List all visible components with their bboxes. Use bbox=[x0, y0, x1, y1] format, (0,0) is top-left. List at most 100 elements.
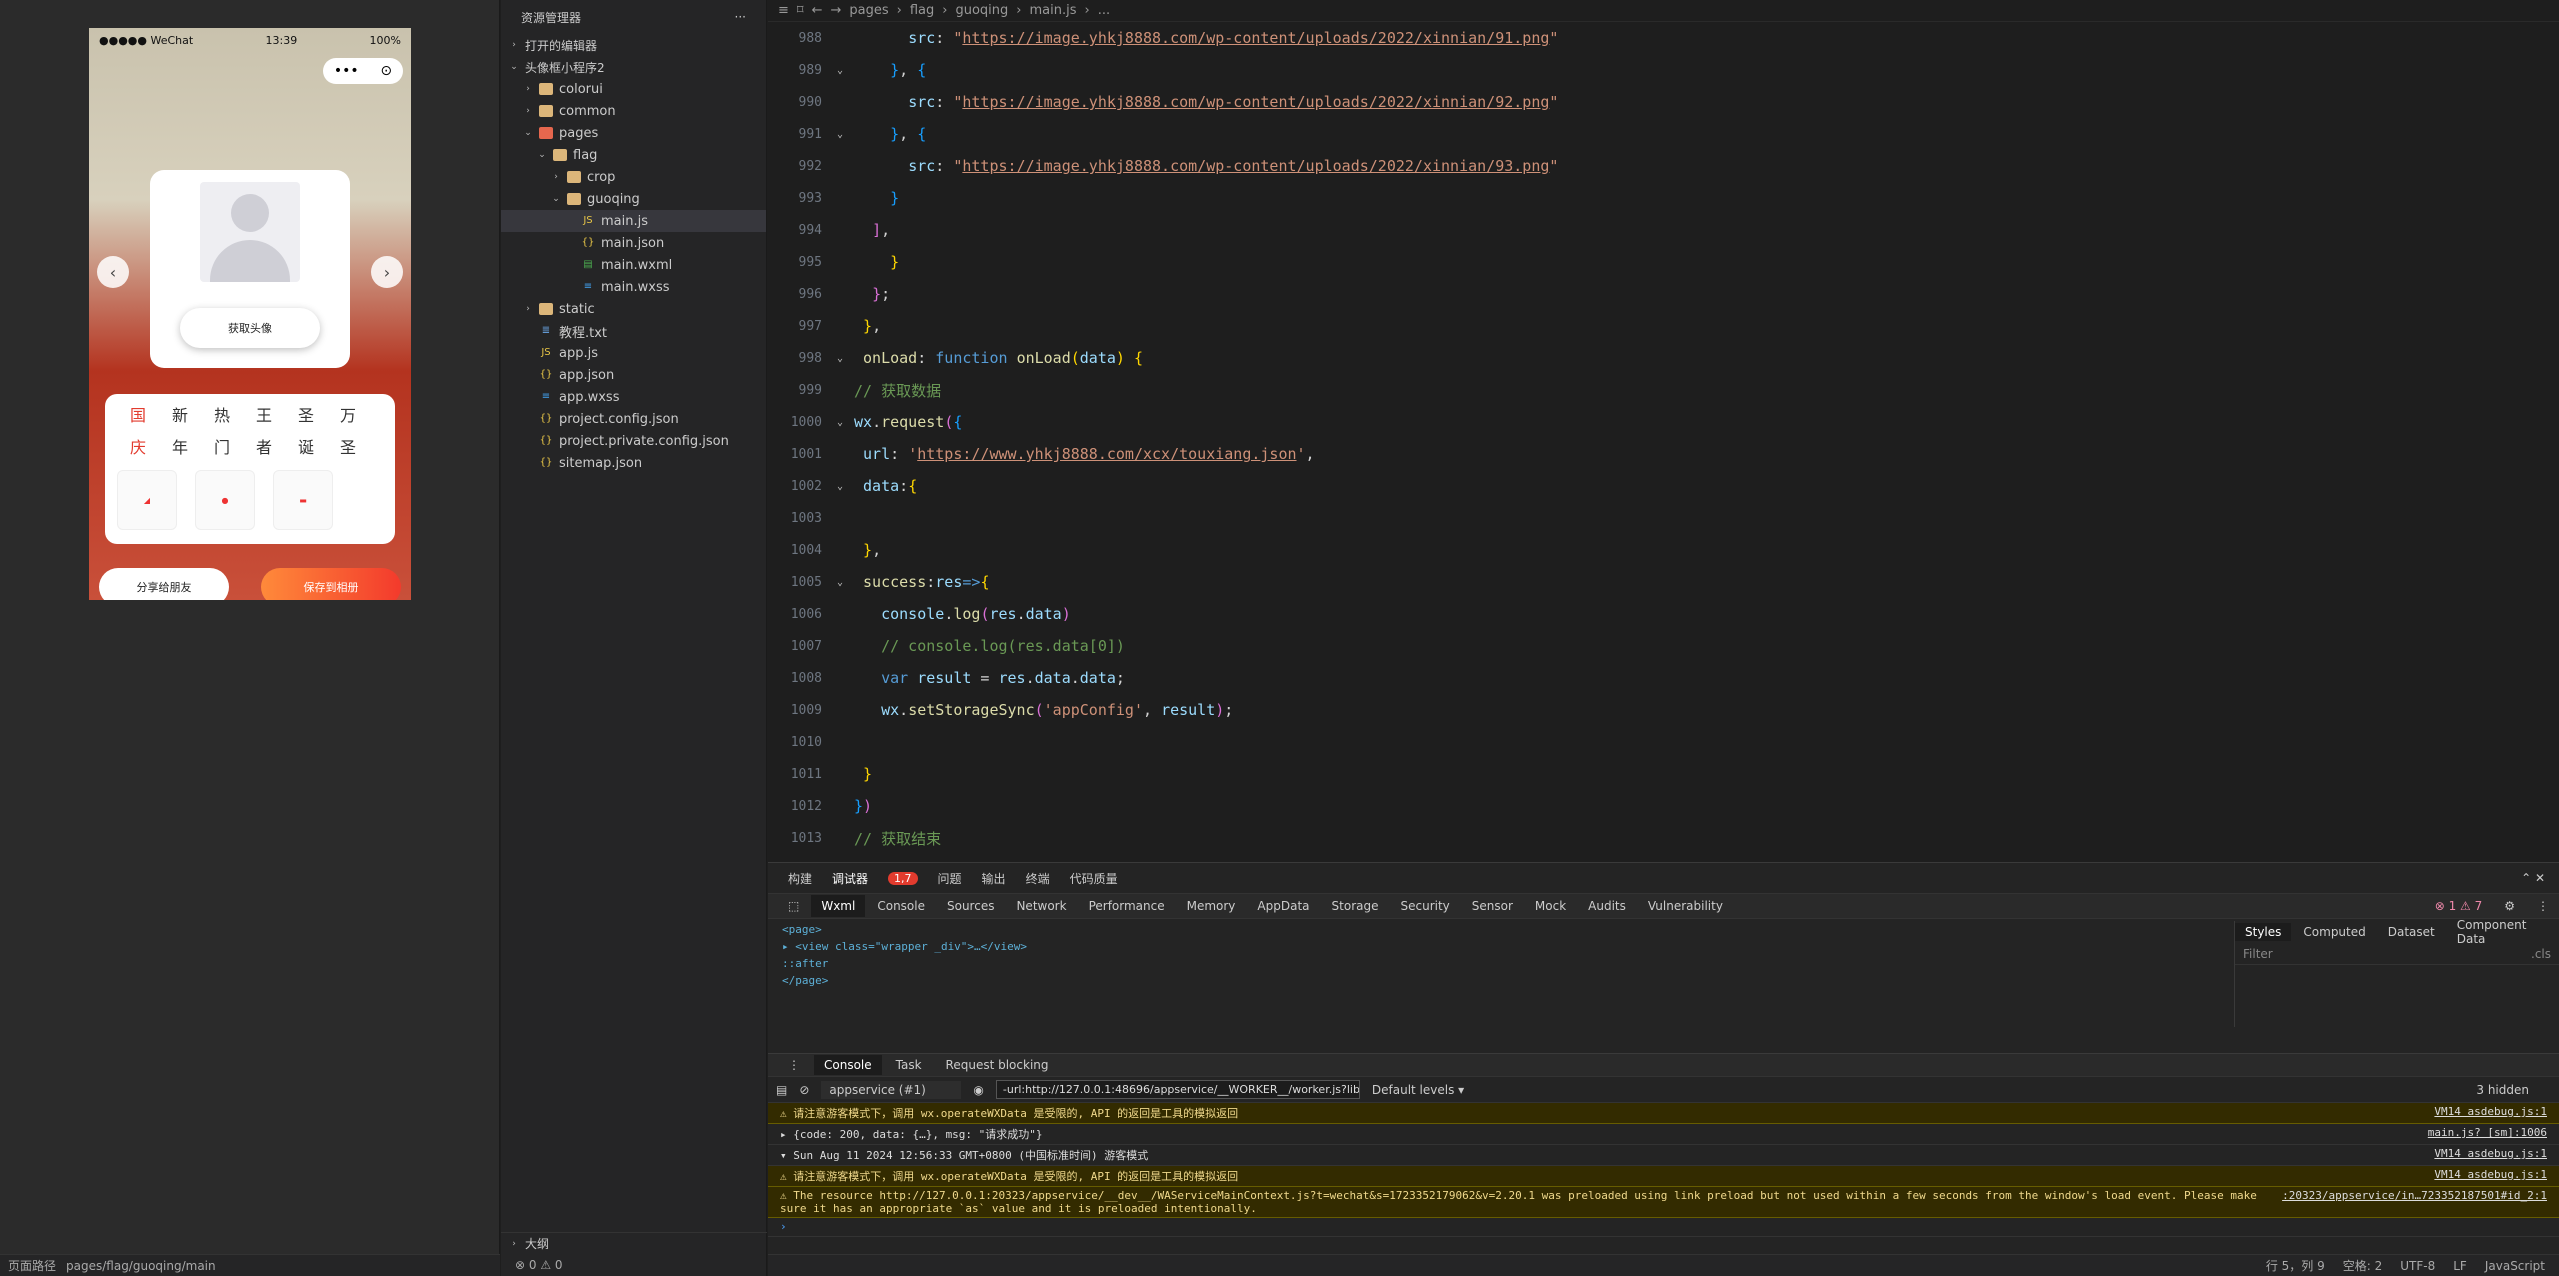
code-line[interactable]: 1003 bbox=[768, 502, 2559, 534]
message-source-link[interactable]: main.js? [sm]:1006 bbox=[2408, 1126, 2547, 1142]
sidebar-toggle-icon[interactable]: ▤ bbox=[776, 1083, 787, 1097]
category-tab[interactable]: 年 bbox=[159, 434, 201, 458]
devtools-tab[interactable]: Sources bbox=[937, 895, 1004, 917]
category-tab[interactable]: 国 bbox=[117, 402, 159, 426]
breadcrumb-item[interactable]: flag bbox=[910, 3, 934, 18]
category-tab[interactable]: 王 bbox=[243, 402, 285, 426]
breadcrumb-item[interactable]: pages bbox=[849, 3, 888, 18]
tree-item[interactable]: {} app.json bbox=[501, 364, 766, 386]
template-thumb[interactable]: ● bbox=[195, 470, 255, 530]
category-tab[interactable]: 诞 bbox=[285, 434, 327, 458]
tree-item[interactable]: ≡ main.wxss bbox=[501, 276, 766, 298]
message-source-link[interactable]: :20323/appservice/in…723352187501#id_2:1 bbox=[2262, 1189, 2547, 1215]
fold-chevron-icon[interactable]: ⌄ bbox=[826, 417, 854, 428]
code-line[interactable]: 1014 //开始裁剪 bbox=[768, 854, 2559, 863]
category-tab[interactable]: 圣 bbox=[285, 402, 327, 426]
tree-item[interactable]: ≡ app.wxss bbox=[501, 386, 766, 408]
code-line[interactable]: 998 ⌄ onLoad: function onLoad(data) { bbox=[768, 342, 2559, 374]
outline-section[interactable]: › 大纲 bbox=[501, 1232, 767, 1254]
fold-chevron-icon[interactable]: ⌄ bbox=[826, 481, 854, 492]
tree-item[interactable]: JS main.js bbox=[501, 210, 766, 232]
template-thumb[interactable]: ◢ bbox=[117, 470, 177, 530]
save-to-album-button[interactable]: 保存到相册 bbox=[261, 568, 401, 600]
console-prompt[interactable]: › bbox=[768, 1218, 2559, 1237]
indent-setting[interactable]: 空格: 2 bbox=[2343, 1257, 2383, 1274]
wxml-node[interactable]: ▸ <view class="wrapper _div">…</view> bbox=[768, 938, 2234, 955]
collapse-icon[interactable]: ⌃ bbox=[2521, 871, 2535, 885]
devtools-tab[interactable]: Security bbox=[1390, 895, 1459, 917]
wxml-tree[interactable]: <page> ▸ <view class="wrapper _div">…</vi… bbox=[768, 921, 2234, 1027]
devtools-tab[interactable]: Audits bbox=[1578, 895, 1636, 917]
code-line[interactable]: 1006 console.log(res.data) bbox=[768, 598, 2559, 630]
get-avatar-button[interactable]: 获取头像 bbox=[180, 308, 320, 348]
code-line[interactable]: 1013 // 获取结束 bbox=[768, 822, 2559, 854]
forward-icon[interactable]: → bbox=[830, 3, 841, 18]
settings-icon[interactable]: ⚙ bbox=[2494, 895, 2525, 917]
next-arrow-icon[interactable]: › bbox=[371, 256, 403, 288]
tree-item[interactable]: {} main.json bbox=[501, 232, 766, 254]
code-line[interactable]: 999 // 获取数据 bbox=[768, 374, 2559, 406]
code-line[interactable]: 1004 }, bbox=[768, 534, 2559, 566]
drawer-menu-icon[interactable]: ⋮ bbox=[778, 1055, 810, 1075]
more-actions-icon[interactable]: ··· bbox=[735, 10, 746, 24]
breadcrumb-item[interactable]: ... bbox=[1098, 3, 1110, 18]
fold-chevron-icon[interactable]: ⌄ bbox=[826, 577, 854, 588]
styles-tab[interactable]: Dataset bbox=[2378, 923, 2445, 941]
code-line[interactable]: 994 ], bbox=[768, 214, 2559, 246]
wxml-node[interactable]: <page> bbox=[768, 921, 2234, 938]
code-area[interactable]: 988 src: "https://image.yhkj8888.com/wp-… bbox=[768, 22, 2559, 862]
tree-item[interactable]: › colorui bbox=[501, 78, 766, 100]
code-line[interactable]: 989 ⌄ }, { bbox=[768, 54, 2559, 86]
debug-top-tab[interactable]: 构建 bbox=[788, 870, 812, 887]
console-filter-input[interactable]: -url:http://127.0.0.1:48696/appservice/_… bbox=[995, 1080, 1360, 1099]
close-panel-icon[interactable]: ✕ bbox=[2535, 871, 2545, 885]
wxml-node[interactable]: </page> bbox=[768, 972, 2234, 989]
console-drawer-tab[interactable]: Task bbox=[886, 1055, 932, 1075]
code-line[interactable]: 1005 ⌄ success:res=>{ bbox=[768, 566, 2559, 598]
console-message[interactable]: ▸ {code: 200, data: {…}, msg: "请求成功"} mai… bbox=[768, 1124, 2559, 1145]
code-editor[interactable]: ≡ ⌑ ← → pages › flag › guoqing › main.js ›... 988 s… bbox=[768, 0, 2559, 862]
tree-item[interactable]: {} project.config.json bbox=[501, 408, 766, 430]
breadcrumb-item[interactable]: guoqing bbox=[955, 3, 1008, 18]
code-line[interactable]: 991 ⌄ }, { bbox=[768, 118, 2559, 150]
styles-tab[interactable]: Styles bbox=[2235, 923, 2292, 941]
inspect-icon[interactable]: ⬚ bbox=[778, 895, 809, 917]
debug-top-tab[interactable]: 终端 bbox=[1026, 870, 1050, 887]
cls-toggle[interactable]: .cls bbox=[2531, 947, 2551, 961]
code-line[interactable]: 995 } bbox=[768, 246, 2559, 278]
list-icon[interactable]: ≡ bbox=[778, 3, 789, 18]
problems-count[interactable]: ⊗ 0 ⚠ 0 bbox=[501, 1254, 767, 1276]
code-line[interactable]: 1010 bbox=[768, 726, 2559, 758]
log-levels-select[interactable]: Default levels ▾ bbox=[1372, 1083, 1464, 1097]
language-mode[interactable]: JavaScript bbox=[2485, 1259, 2545, 1273]
tree-item[interactable]: › common bbox=[501, 100, 766, 122]
message-source-link[interactable]: VM14 asdebug.js:1 bbox=[2414, 1105, 2547, 1121]
open-editors-section[interactable]: › 打开的编辑器 bbox=[501, 34, 766, 56]
category-tab[interactable]: 新 bbox=[159, 402, 201, 426]
error-warning-count[interactable]: ⊗ 1 ⚠ 7 bbox=[2425, 895, 2493, 917]
console-drawer-tab[interactable]: Console bbox=[814, 1055, 882, 1075]
project-section[interactable]: ⌄ 头像框小程序2 bbox=[501, 56, 766, 78]
page-path-label[interactable]: 页面路径 bbox=[8, 1257, 56, 1274]
devtools-tab[interactable]: AppData bbox=[1247, 895, 1319, 917]
code-line[interactable]: 988 src: "https://image.yhkj8888.com/wp-… bbox=[768, 22, 2559, 54]
tree-item[interactable]: JS app.js bbox=[501, 342, 766, 364]
code-line[interactable]: 1007 // console.log(res.data[0]) bbox=[768, 630, 2559, 662]
console-message[interactable]: ⚠ 请注意游客模式下，调用 wx.operateWXData 是受限的, API… bbox=[768, 1103, 2559, 1124]
code-line[interactable]: 1009 wx.setStorageSync('appConfig', resu… bbox=[768, 694, 2559, 726]
console-message[interactable]: ▾ Sun Aug 11 2024 12:56:33 GMT+0800 (中国标… bbox=[768, 1145, 2559, 1166]
bookmark-icon[interactable]: ⌑ bbox=[797, 3, 804, 18]
cursor-position[interactable]: 行 5，列 9 bbox=[2266, 1257, 2325, 1274]
context-select[interactable]: appservice (#1) bbox=[821, 1080, 962, 1099]
console-message[interactable]: ⚠ 请注意游客模式下，调用 wx.operateWXData 是受限的, API… bbox=[768, 1166, 2559, 1187]
breadcrumb-item[interactable]: main.js bbox=[1029, 3, 1076, 18]
tree-item[interactable]: › crop bbox=[501, 166, 766, 188]
code-line[interactable]: 1001 url: 'https://www.yhkj8888.com/xcx/… bbox=[768, 438, 2559, 470]
category-tab[interactable]: 庆 bbox=[117, 434, 159, 458]
template-thumb[interactable]: ▬ bbox=[273, 470, 333, 530]
tree-item[interactable]: ⌄ pages bbox=[501, 122, 766, 144]
more-menu-icon[interactable]: ⋮ bbox=[2527, 895, 2559, 917]
tree-item[interactable]: {} project.private.config.json bbox=[501, 430, 766, 452]
close-icon[interactable]: ⊙ bbox=[380, 63, 392, 79]
console-message[interactable]: ⚠ The resource http://127.0.0.1:20323/ap… bbox=[768, 1187, 2559, 1218]
